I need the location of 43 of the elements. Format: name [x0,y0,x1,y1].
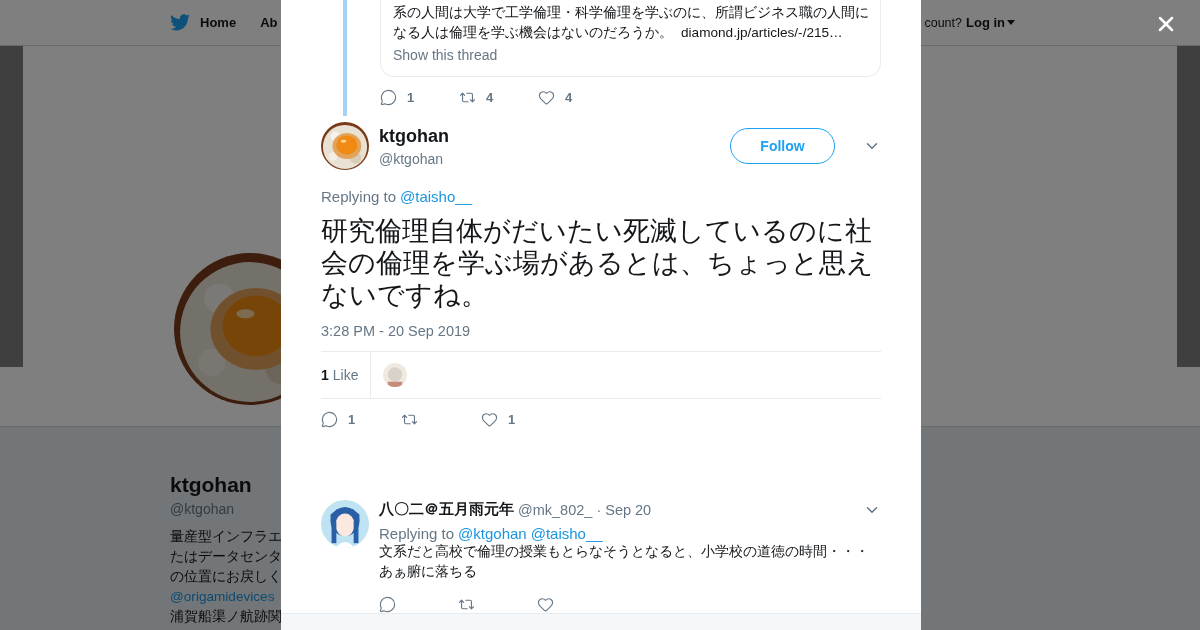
replying-to-text: Replying to @taisho__ [321,188,474,206]
bio-text: 浦賀船渠ノ航跡関 [170,608,282,626]
show-thread-link[interactable]: Show this thread [393,47,498,63]
mention-link[interactable]: @taisho__ [530,525,603,543]
likes-count[interactable]: 1 Like [321,352,372,399]
reply-author-name: 八〇二＠五月雨元年 [379,500,514,520]
nav-link[interactable]: Home [200,15,237,30]
account-prompt: count? [924,15,962,30]
action-count: 1 [407,90,415,105]
nav-link[interactable]: Ab [260,15,278,30]
bird-logo-icon [170,14,190,31]
login-link[interactable]: Log in [966,15,1015,30]
action-count: 4 [565,90,573,105]
action-count: 1 [508,412,516,428]
bio-text: たはデータセンタ [170,548,282,566]
card-text: なる人は倫理を学ぶ機会はないのだろうか。 diamond.jp/articles/-/215… [393,24,844,42]
mention-link[interactable]: @taisho__ [400,188,472,206]
tweet-text: 研究倫理自体がだいたい死滅しているのに社会の倫理を学ぶ場があるとは、ちょっと思えないですね。 [321,215,875,312]
reply-icon[interactable] [379,596,396,614]
profile-name: ktgohan [170,473,253,497]
card-text: 系の人間は大学で工学倫理・科学倫理を学ぶのに、所謂ビジネス職の人間に [393,4,868,22]
author-handle: @ktgohan [379,150,445,167]
reply-text: 文系だと高校で倫理の授業もとらなそうとなると、小学校の道徳の時間・・・ [379,543,870,562]
action-count: 4 [486,90,494,105]
like-icon[interactable] [538,89,555,106]
reply-date: · Sep 20 [596,501,652,518]
mention-link[interactable]: @ktgohan [458,525,527,543]
reply-icon[interactable] [321,411,338,429]
bio-text: の位置にお戻しく [170,568,282,586]
like-icon[interactable] [537,596,554,614]
author-name: ktgohan [379,125,450,147]
reply-icon[interactable] [380,89,397,106]
follow-button[interactable]: Follow [730,128,835,165]
reply-author-handle: @mk_802_ [518,501,593,518]
tweet-timestamp: 3:28 PM - 20 Sep 2019 [321,323,472,340]
bio-text: 量産型インフラエ [170,528,282,546]
caret-icon [1007,20,1015,25]
article-link[interactable]: diamond.jp/articles/-/215… [681,25,843,40]
profile-handle: @ktgohan [170,501,235,517]
like-icon[interactable] [481,411,498,429]
action-count: 1 [348,412,356,428]
replying-to-text: Replying to @ktgohan @taisho__ [379,525,604,543]
reply-text: あぁ腑に落ちる [379,563,478,582]
